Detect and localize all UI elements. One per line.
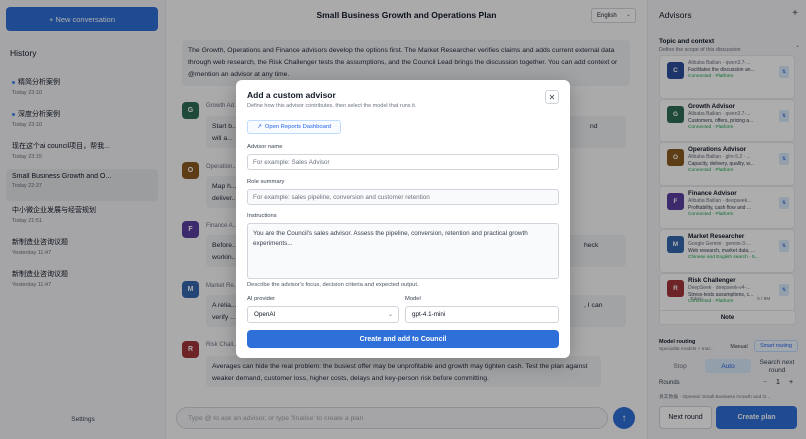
model-value: gpt-4.1-mini <box>412 311 446 318</box>
ai-provider-label: AI provider <box>247 296 276 302</box>
role-summary-input[interactable]: For example: sales pipeline, conversion … <box>247 189 559 205</box>
modal-subtitle: Define how this advisor contributes, the… <box>247 103 417 109</box>
instructions-label: Instructions <box>247 213 277 219</box>
external-link-icon: ↗ <box>257 124 262 130</box>
open-reports-label: Open Reports Dashboard <box>264 124 331 130</box>
model-label: Model <box>405 296 421 302</box>
chevron-down-icon: ⌄ <box>387 312 393 318</box>
instructions-textarea[interactable]: You are the Council's sales advisor. Ass… <box>247 223 559 279</box>
create-and-add-button[interactable]: Create and add to Council <box>247 330 559 348</box>
instructions-help: Describe the advisor's focus, decision c… <box>247 282 419 288</box>
role-summary-label: Role summary <box>247 179 285 185</box>
close-icon: ✕ <box>548 92 556 102</box>
add-advisor-modal: Add a custom advisor Define how this adv… <box>236 80 570 358</box>
ai-provider-select[interactable]: OpenAI ⌄ <box>247 306 399 323</box>
open-reports-dashboard-button[interactable]: ↗ Open Reports Dashboard <box>247 120 341 134</box>
advisor-name-label: Advisor name <box>247 144 283 150</box>
modal-title: Add a custom advisor <box>247 90 336 100</box>
ai-provider-value: OpenAI <box>254 311 276 318</box>
close-button[interactable]: ✕ <box>545 90 559 104</box>
model-input[interactable]: gpt-4.1-mini <box>405 306 559 323</box>
advisor-name-input[interactable]: For example: Sales Advisor <box>247 154 559 170</box>
